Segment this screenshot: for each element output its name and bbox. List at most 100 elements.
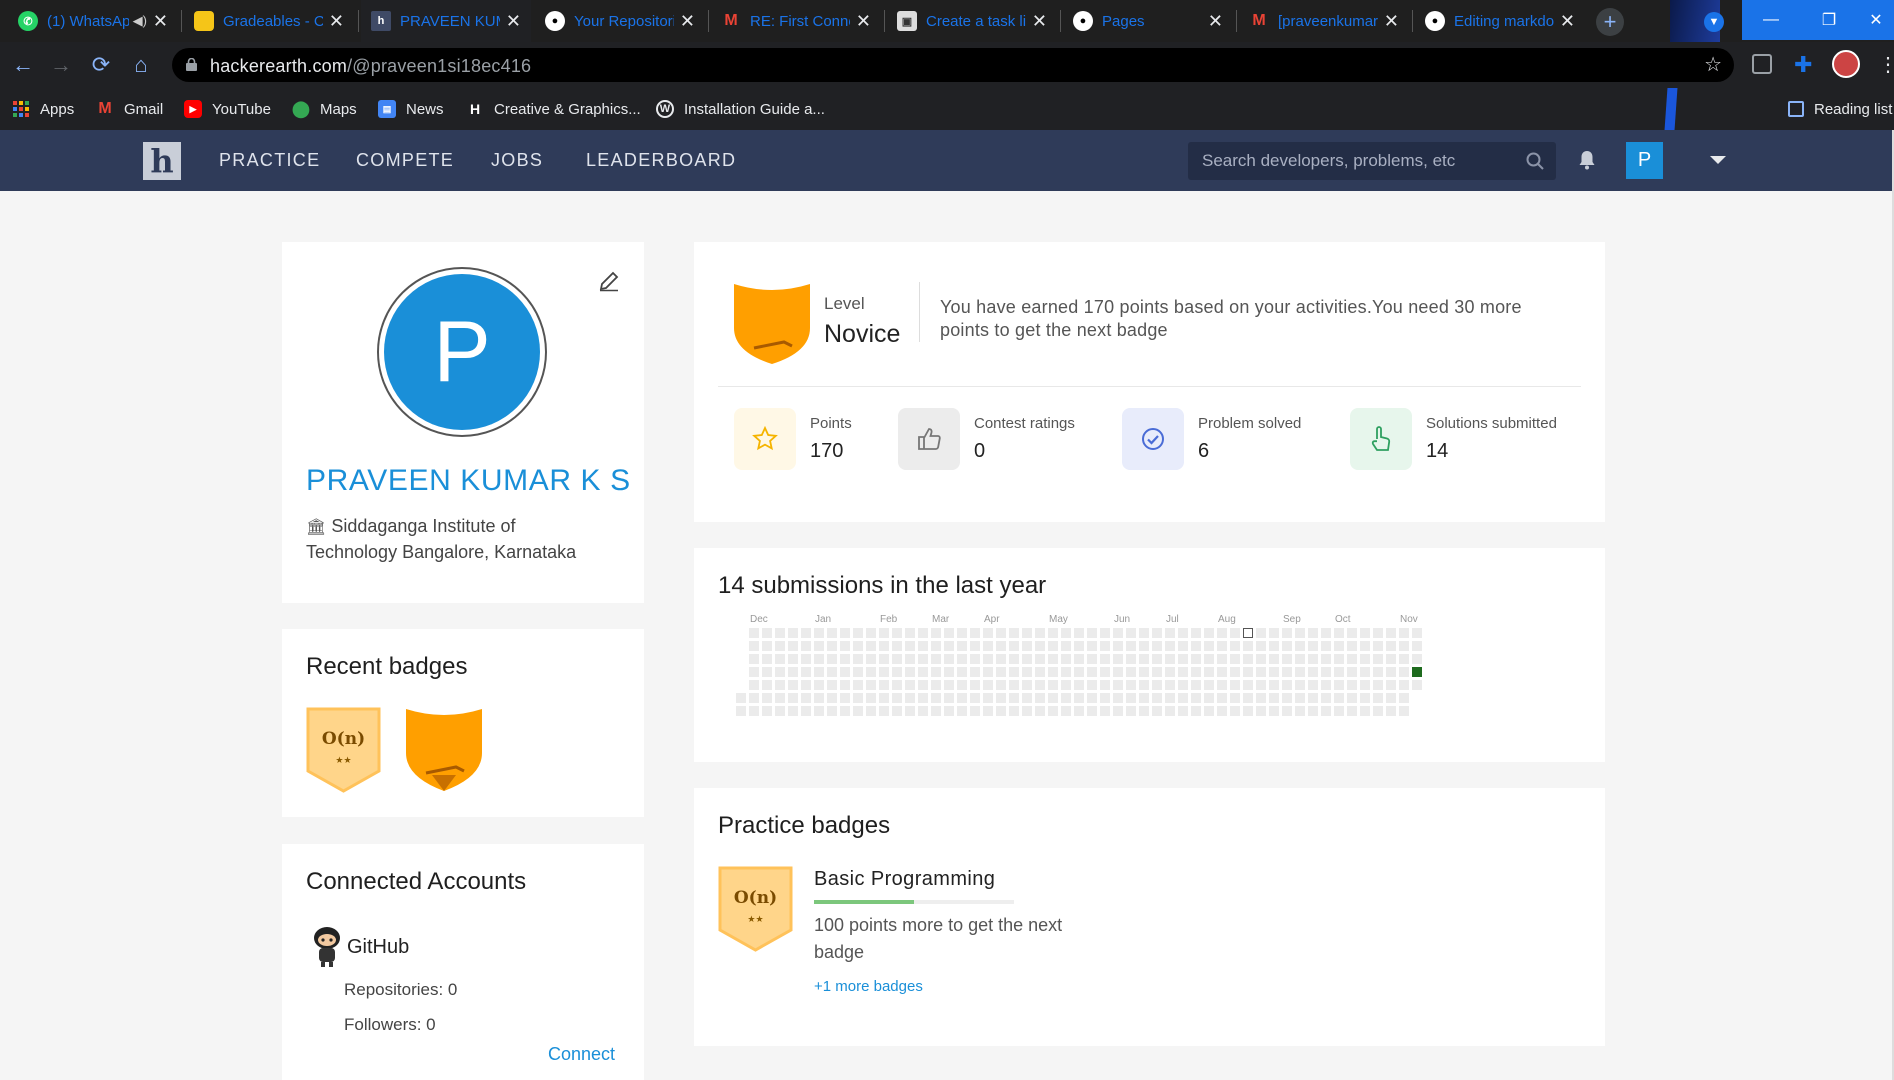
heatmap-cell[interactable] (1152, 693, 1162, 703)
close-icon[interactable]: ✕ (856, 11, 871, 32)
heatmap-cell[interactable] (1399, 706, 1409, 716)
address-bar[interactable]: hackerearth.com/@praveen1si18ec416 ☆ (172, 48, 1734, 82)
heatmap-cell[interactable] (1009, 654, 1019, 664)
heatmap-cell[interactable] (1009, 667, 1019, 677)
heatmap-cell[interactable] (879, 693, 889, 703)
search-input[interactable] (1188, 142, 1518, 180)
heatmap-cell[interactable] (1191, 680, 1201, 690)
heatmap-cell[interactable] (1022, 641, 1032, 651)
heatmap-cell[interactable] (1022, 693, 1032, 703)
close-window-button[interactable]: ✕ (1858, 0, 1894, 40)
heatmap-cell[interactable] (762, 680, 772, 690)
heatmap-cell[interactable] (1087, 628, 1097, 638)
heatmap-cell[interactable] (1399, 693, 1409, 703)
complexity-badge[interactable]: O(n) ★★ (306, 707, 381, 793)
badge-track-name[interactable]: Basic Programming (814, 868, 995, 891)
heatmap-cell[interactable] (905, 641, 915, 651)
heatmap-cell[interactable] (944, 706, 954, 716)
heatmap-cell[interactable] (1074, 680, 1084, 690)
mute-icon[interactable]: ◀) (133, 13, 147, 29)
heatmap-cell[interactable] (996, 706, 1006, 716)
tab-pages[interactable]: ● Pages ✕ (1063, 0, 1233, 42)
heatmap-cell[interactable] (1126, 706, 1136, 716)
heatmap-cell[interactable] (1061, 667, 1071, 677)
heatmap-cell[interactable] (840, 667, 850, 677)
heatmap-cell[interactable] (1074, 628, 1084, 638)
heatmap-cell[interactable] (1269, 641, 1279, 651)
heatmap-cell[interactable] (1035, 628, 1045, 638)
heatmap-cell[interactable] (1165, 654, 1175, 664)
heatmap-cell[interactable] (1360, 628, 1370, 638)
heatmap-cell[interactable] (1334, 641, 1344, 651)
heatmap-cell[interactable] (1412, 628, 1422, 638)
heatmap-cell[interactable] (1282, 693, 1292, 703)
heatmap-cell[interactable] (866, 706, 876, 716)
minimize-button[interactable]: — (1742, 0, 1800, 40)
heatmap-cell[interactable] (1269, 680, 1279, 690)
heatmap-cell[interactable] (1217, 706, 1227, 716)
heatmap-cell[interactable] (801, 667, 811, 677)
heatmap-cell[interactable] (957, 654, 967, 664)
heatmap-cell[interactable] (1347, 680, 1357, 690)
heatmap-cell[interactable] (749, 628, 759, 638)
heatmap-cell[interactable] (814, 654, 824, 664)
heatmap-cell[interactable] (918, 706, 928, 716)
profile-avatar[interactable] (1832, 50, 1860, 78)
heatmap-cell[interactable] (1308, 667, 1318, 677)
heatmap-cell[interactable] (1152, 680, 1162, 690)
heatmap-cell[interactable] (749, 654, 759, 664)
connect-github-link[interactable]: Connect (548, 1044, 615, 1065)
heatmap-cell[interactable] (1139, 628, 1149, 638)
heatmap-cell[interactable] (931, 641, 941, 651)
heatmap-cell[interactable] (1152, 667, 1162, 677)
heatmap-cell[interactable] (1347, 706, 1357, 716)
heatmap-cell[interactable] (1256, 667, 1266, 677)
menu-icon[interactable]: ⋮ (1878, 52, 1894, 77)
heatmap-cell[interactable] (1295, 667, 1305, 677)
heatmap-cell[interactable] (1282, 706, 1292, 716)
heatmap-cell[interactable] (801, 680, 811, 690)
heatmap-cell[interactable] (853, 693, 863, 703)
heatmap-cell[interactable] (1282, 628, 1292, 638)
heatmap-cell[interactable] (1217, 628, 1227, 638)
heatmap-cell[interactable] (775, 693, 785, 703)
heatmap-cell[interactable] (1035, 693, 1045, 703)
heatmap-cell[interactable] (1087, 641, 1097, 651)
heatmap-cell[interactable] (892, 654, 902, 664)
heatmap-cell[interactable] (1412, 667, 1422, 677)
heatmap-cell[interactable] (1100, 641, 1110, 651)
tab-hackerearth[interactable]: h PRAVEEN KUMAR ✕ (361, 0, 531, 42)
heatmap-cell[interactable] (827, 706, 837, 716)
heatmap-cell[interactable] (1334, 628, 1344, 638)
heatmap-cell[interactable] (1035, 641, 1045, 651)
heatmap-cell[interactable] (1295, 641, 1305, 651)
heatmap-cell[interactable] (983, 654, 993, 664)
heatmap-cell[interactable] (905, 693, 915, 703)
heatmap-cell[interactable] (1100, 693, 1110, 703)
search-icon[interactable] (1526, 152, 1544, 170)
heatmap-cell[interactable] (1412, 641, 1422, 651)
heatmap-cell[interactable] (996, 641, 1006, 651)
heatmap-cell[interactable] (1022, 667, 1032, 677)
heatmap-cell[interactable] (1295, 680, 1305, 690)
heatmap-cell[interactable] (1165, 641, 1175, 651)
heatmap-cell[interactable] (1230, 641, 1240, 651)
heatmap-cell[interactable] (1360, 680, 1370, 690)
heatmap-cell[interactable] (1347, 628, 1357, 638)
heatmap-cell[interactable] (1295, 654, 1305, 664)
heatmap-cell[interactable] (1308, 654, 1318, 664)
heatmap-cell[interactable] (1373, 693, 1383, 703)
heatmap-cell[interactable] (892, 628, 902, 638)
heatmap-cell[interactable] (1100, 667, 1110, 677)
heatmap-cell[interactable] (957, 706, 967, 716)
heatmap-cell[interactable] (1204, 641, 1214, 651)
heatmap-cell[interactable] (1334, 667, 1344, 677)
heatmap-cell[interactable] (1191, 667, 1201, 677)
heatmap-cell[interactable] (866, 641, 876, 651)
heatmap-cell[interactable] (918, 667, 928, 677)
heatmap-cell[interactable] (1152, 706, 1162, 716)
tab-gmail-praveen[interactable]: M [praveenkumar ✕ (1239, 0, 1409, 42)
heatmap-cell[interactable] (1282, 641, 1292, 651)
heatmap-cell[interactable] (1256, 680, 1266, 690)
heatmap-cell[interactable] (1308, 641, 1318, 651)
